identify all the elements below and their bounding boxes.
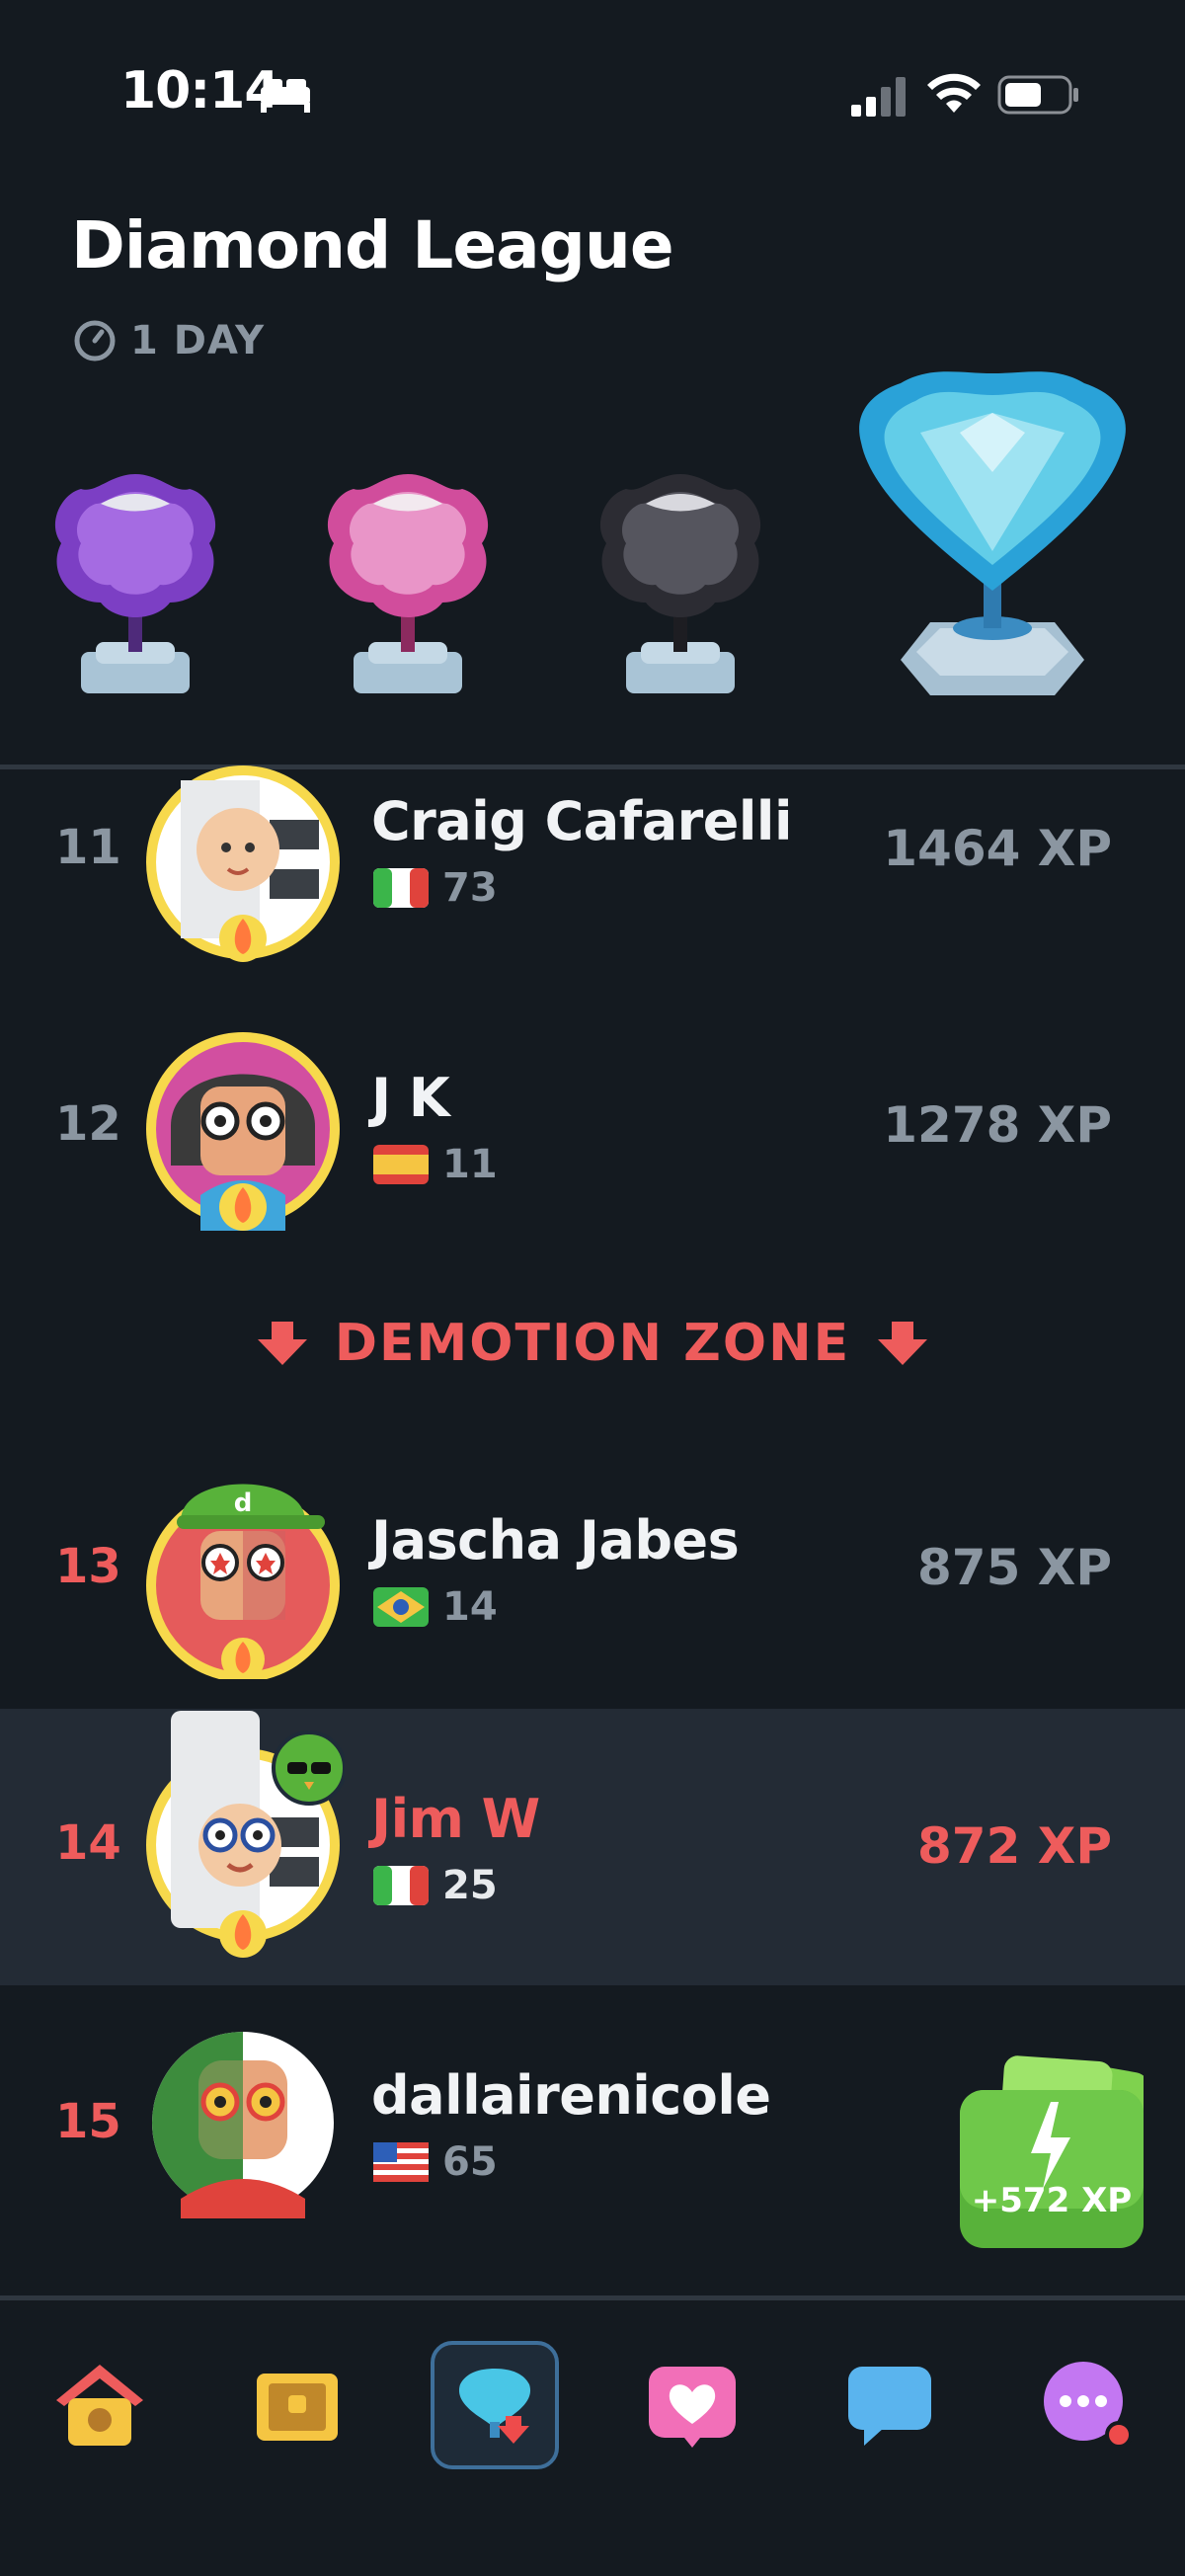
user-avatar[interactable]	[141, 2021, 345, 2224]
obsidian-trophy-icon[interactable]	[587, 464, 774, 701]
battery-icon	[997, 75, 1078, 115]
svg-text:d: d	[234, 1489, 253, 1518]
leaderboard-row[interactable]: 13 d Jascha Jabes 14 875 XP	[0, 1430, 1185, 1707]
user-streak: 25	[373, 1863, 498, 1908]
user-name: Jascha Jabes	[371, 1509, 740, 1571]
xp-value: 1464 XP	[883, 820, 1112, 877]
nav-divider	[0, 2295, 1185, 2300]
timer-label: 1 DAY	[130, 318, 266, 363]
user-avatar[interactable]: d	[141, 1452, 345, 1679]
leaderboard-row[interactable]: 11 Craig Cafarelli 73 1464 XP	[0, 711, 1185, 988]
xp-value: 875 XP	[917, 1539, 1112, 1596]
status-bar: 10:14	[0, 0, 1185, 188]
heart-icon	[649, 2367, 736, 2448]
streak-count: 73	[442, 865, 498, 911]
xp-boost-card[interactable]: +572 XP	[960, 2051, 1148, 2248]
leaderboard-row-current-user[interactable]: 14 Jim W 25 872 XP	[0, 1709, 1185, 1985]
rank-number: 15	[55, 2094, 121, 2149]
nav-home[interactable]	[36, 2341, 164, 2469]
rank-number: 12	[55, 1096, 121, 1152]
streak-count: 11	[442, 1142, 498, 1187]
chat-icon	[848, 2367, 931, 2446]
nav-hearts[interactable]	[628, 2341, 756, 2469]
arrow-down-icon	[878, 1322, 928, 1365]
rank-number: 13	[55, 1539, 121, 1594]
xp-value: 1278 XP	[883, 1096, 1112, 1154]
bottom-navigation	[0, 2301, 1185, 2576]
user-name: dallairenicole	[371, 2064, 771, 2127]
rank-number: 14	[55, 1815, 121, 1871]
signal-icon	[851, 77, 906, 117]
user-name: Craig Cafarelli	[371, 790, 792, 852]
nav-more[interactable]	[1023, 2341, 1151, 2469]
chest-icon	[257, 2374, 338, 2441]
league-timer: 1 DAY	[73, 318, 265, 363]
user-name: Jim W	[371, 1788, 540, 1850]
status-time: 10:14	[120, 61, 280, 121]
user-streak: 14	[373, 1584, 498, 1630]
leaderboard-row[interactable]: 12 J K 11 1278 XP	[0, 988, 1185, 1264]
user-name: J K	[371, 1067, 450, 1129]
more-icon	[1044, 2362, 1133, 2449]
user-avatar[interactable]	[141, 761, 345, 964]
spain-flag-icon	[373, 1145, 429, 1184]
nav-leaderboard[interactable]	[431, 2341, 559, 2469]
leaderboard-icon	[458, 2369, 531, 2444]
user-streak: 11	[373, 1142, 498, 1187]
usa-flag-icon	[373, 2142, 429, 2182]
wifi-icon	[927, 73, 981, 113]
home-icon	[56, 2365, 143, 2446]
amethyst-trophy-icon[interactable]	[41, 464, 229, 701]
italy-flag-icon	[373, 1866, 429, 1905]
user-avatar[interactable]	[141, 1027, 345, 1231]
nav-quests[interactable]	[233, 2341, 361, 2469]
sleep-mode-icon	[261, 79, 310, 113]
pearl-trophy-icon[interactable]	[314, 464, 502, 701]
rank-number: 11	[55, 820, 121, 875]
arrow-down-icon	[257, 1322, 307, 1365]
streak-count: 25	[442, 1863, 498, 1908]
user-streak: 73	[373, 865, 498, 911]
xp-boost-label: +572 XP	[971, 2181, 1133, 2220]
user-avatar[interactable]	[141, 1709, 345, 1972]
demotion-zone-label: DEMOTION ZONE	[334, 1314, 851, 1373]
diamond-trophy-icon[interactable]	[851, 363, 1134, 703]
italy-flag-icon	[373, 868, 429, 908]
streak-count: 14	[442, 1584, 498, 1630]
page-title: Diamond League	[71, 207, 674, 283]
xp-value: 872 XP	[917, 1817, 1112, 1875]
demotion-zone-banner: DEMOTION ZONE	[0, 1304, 1185, 1383]
clock-icon	[74, 320, 116, 362]
brazil-flag-icon	[373, 1587, 429, 1627]
nav-chat[interactable]	[826, 2341, 954, 2469]
streak-count: 65	[442, 2139, 498, 2185]
user-streak: 65	[373, 2139, 498, 2185]
